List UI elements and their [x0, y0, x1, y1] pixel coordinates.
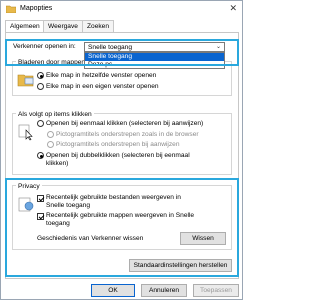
radio-double-click-label-cont: klikken)	[46, 160, 69, 167]
click-items-group: Als volgt op items klikken Openen bij ee…	[12, 111, 232, 175]
radio-new-window[interactable]	[37, 83, 44, 90]
button-label: Toepassen	[200, 287, 232, 294]
close-icon[interactable]: ✕	[229, 3, 237, 14]
highlight-frame-privacy	[5, 178, 239, 277]
radio-single-click-label: Openen bij eenmaal klikken (selecteren b…	[46, 120, 204, 127]
radio-new-window-label: Elke map in een eigen venster openen	[46, 83, 159, 90]
folder-icon	[6, 5, 16, 13]
title-bar[interactable]: Mapopties ✕	[1, 1, 242, 18]
highlight-frame-explorer	[5, 39, 239, 66]
radio-same-window[interactable]	[37, 72, 44, 79]
tab-label: Algemeen	[10, 23, 40, 30]
window-title: Mapopties	[20, 5, 53, 12]
button-label: OK	[108, 287, 118, 294]
tab-view[interactable]: Weergave	[43, 20, 83, 32]
folder-options-dialog: Mapopties ✕ Algemeen Weergave Zoeken Ver…	[0, 0, 243, 300]
radio-underline-hover-label: Pictogramtitels onderstrepen bij aanwijz…	[56, 141, 180, 148]
radio-double-click-label: Openen bij dubbelklikken (selecteren bij…	[46, 152, 190, 159]
radio-double-click[interactable]	[37, 152, 44, 159]
cancel-button[interactable]: Annuleren	[141, 284, 187, 297]
button-label: Annuleren	[148, 287, 180, 294]
folder-windows-icon	[17, 74, 34, 87]
tab-label: Weergave	[48, 23, 78, 30]
cursor-icon	[18, 124, 33, 141]
ok-button[interactable]: OK	[91, 284, 135, 297]
apply-button[interactable]: Toepassen	[193, 284, 239, 297]
tab-label: Zoeken	[87, 23, 109, 30]
radio-underline-hover[interactable]	[47, 141, 54, 148]
radio-same-window-label: Elke map in hetzelfde venster openen	[46, 72, 157, 79]
group-title: Als volgt op items klikken	[16, 111, 94, 118]
tab-search[interactable]: Zoeken	[82, 20, 114, 32]
radio-underline-browser-label: Pictogramtitels onderstrepen zoals in de…	[56, 131, 199, 138]
radio-underline-browser[interactable]	[47, 131, 54, 138]
radio-single-click[interactable]	[37, 120, 44, 127]
